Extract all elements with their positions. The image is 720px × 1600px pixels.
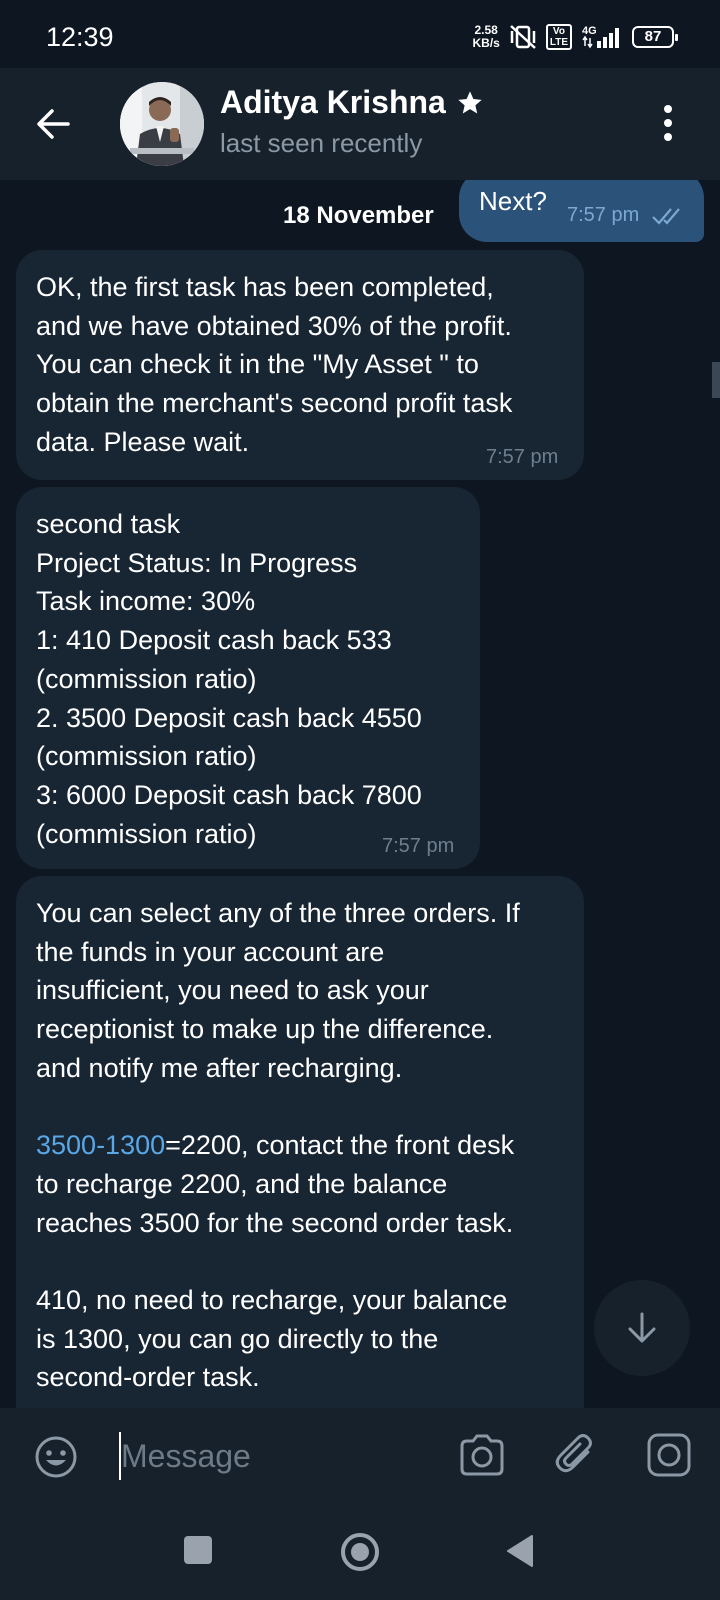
profile-photo <box>120 82 204 166</box>
scroll-down-button[interactable] <box>594 1280 690 1376</box>
outgoing-message[interactable]: Next? 7:57 pm <box>459 180 704 242</box>
status-bar: 12:39 2.58 KB/s Vo LTE 4G 87 <box>0 0 720 68</box>
message-time: 7:57 pm <box>486 446 559 468</box>
message-text: Next? <box>479 186 547 216</box>
signal-icon: 4G <box>580 24 624 50</box>
camera-button[interactable] <box>458 1432 506 1483</box>
status-icons: 2.58 KB/s Vo LTE 4G 87 <box>472 22 678 52</box>
double-check-icon <box>652 208 680 225</box>
paperclip-icon <box>555 1434 592 1473</box>
svg-text:4G: 4G <box>582 25 597 37</box>
emoji-icon <box>35 1436 77 1478</box>
incoming-message-2[interactable]: second task Project Status: In Progress … <box>16 487 480 869</box>
attach-button[interactable] <box>554 1432 598 1483</box>
network-speed: 2.58 KB/s <box>472 23 500 50</box>
message-composer <box>0 1408 720 1506</box>
recent-apps-button[interactable] <box>184 1536 212 1564</box>
video-message-icon <box>647 1433 691 1477</box>
message-time: 7:57 pm <box>382 835 455 857</box>
emoji-button[interactable] <box>34 1435 78 1484</box>
arrow-down-icon <box>628 1312 656 1343</box>
system-nav-bar <box>0 1506 720 1600</box>
star-icon <box>458 90 482 113</box>
arrow-left-icon <box>37 109 70 139</box>
avatar[interactable] <box>120 82 204 166</box>
message-link[interactable]: 3500-1300 <box>36 1130 165 1160</box>
chat-area[interactable]: 18 November Next? 7:57 pm OK, the first … <box>0 180 720 1408</box>
chat-header: Aditya Krishna last seen recently <box>0 68 720 180</box>
message-paragraph: to recharge 2200, and the balance reache… <box>36 1168 514 1238</box>
home-icon <box>341 1533 379 1571</box>
message-paragraph: 410, no need to recharge, your balance i… <box>36 1285 508 1393</box>
back-triangle-icon <box>507 1535 533 1567</box>
message-text: You can select any of the three orders. … <box>36 894 520 1397</box>
contact-status: last seen recently <box>220 128 423 158</box>
incoming-message-3[interactable]: You can select any of the three orders. … <box>16 876 584 1408</box>
vibrate-off-icon <box>508 24 538 50</box>
message-text: second task Project Status: In Progress … <box>36 509 422 849</box>
message-input[interactable] <box>121 1432 421 1480</box>
date-label: 18 November <box>283 202 434 229</box>
message-paragraph: 3500-1300=2200, contact the front desk <box>36 1130 515 1161</box>
battery-indicator: 87 <box>632 26 678 48</box>
home-button[interactable] <box>340 1532 380 1577</box>
message-paragraph: You can select any of the three orders. … <box>36 898 520 1083</box>
incoming-message-1[interactable]: OK, the first task has been completed, a… <box>16 250 584 480</box>
more-vertical-icon <box>664 105 672 141</box>
camera-icon <box>460 1434 504 1476</box>
message-text: OK, the first task has been completed, a… <box>36 272 513 457</box>
status-time: 12:39 <box>46 22 114 52</box>
message-time: 7:57 pm <box>567 204 640 226</box>
nav-back-button[interactable] <box>505 1534 535 1573</box>
scrollbar-thumb[interactable] <box>712 362 720 398</box>
more-menu-button[interactable] <box>656 100 680 148</box>
volte-badge: Vo LTE <box>545 24 572 50</box>
video-message-button[interactable] <box>646 1432 692 1483</box>
back-button[interactable] <box>32 102 76 146</box>
contact-name[interactable]: Aditya Krishna <box>220 84 484 121</box>
